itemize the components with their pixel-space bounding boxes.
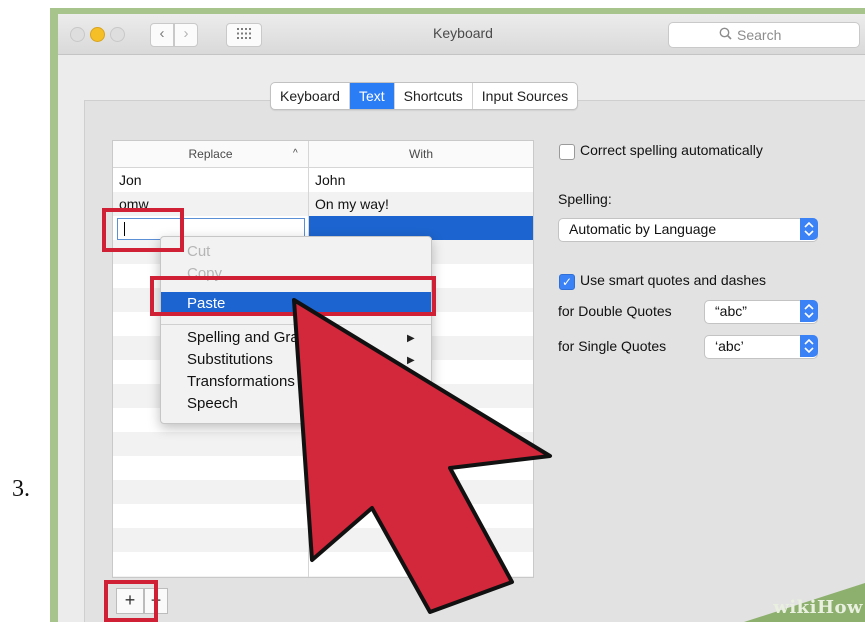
spelling-select[interactable]: Automatic by Language (558, 218, 818, 242)
tab-input-sources[interactable]: Input Sources (471, 83, 577, 109)
highlight-add-button-box (104, 580, 158, 622)
with-column-header[interactable]: With (309, 141, 533, 167)
search-icon (719, 27, 732, 40)
search-field[interactable]: Search (668, 22, 860, 48)
submenu-arrow-icon: ▶ (407, 355, 415, 366)
watermark-text: wikiHow (773, 597, 863, 618)
tab-keyboard[interactable]: Keyboard (271, 83, 349, 109)
show-all-button[interactable] (226, 23, 262, 47)
tab-bar: Keyboard Text Shortcuts Input Sources (270, 82, 579, 110)
menu-separator (161, 324, 431, 325)
table-cell-with[interactable]: On my way! (315, 192, 389, 216)
menu-item-transformations[interactable]: Transformations (187, 373, 295, 390)
menu-item-cut[interactable]: Cut (187, 243, 210, 260)
zoom-button[interactable] (110, 27, 125, 42)
select-stepper-icon (800, 335, 818, 357)
menu-item-spelling-grammar[interactable]: Spelling and Grammar (187, 329, 337, 346)
table-header: Replace ^ With (113, 141, 533, 168)
search-placeholder: Search (737, 27, 782, 43)
title-bar: ‹ › Keyboard Search (58, 14, 865, 55)
single-quotes-select[interactable]: ‘abc’ (704, 335, 818, 359)
minimize-button[interactable] (90, 27, 105, 42)
table-cell-replace[interactable]: Jon (119, 168, 142, 192)
close-button[interactable] (70, 27, 85, 42)
menu-item-speech[interactable]: Speech (187, 395, 238, 412)
sort-ascending-icon: ^ (293, 148, 298, 159)
single-quotes-value: ‘abc’ (715, 338, 744, 354)
back-button[interactable]: ‹ (150, 23, 174, 47)
menu-item-substitutions[interactable]: Substitutions (187, 351, 273, 368)
double-quotes-value: “abc” (715, 303, 747, 319)
correct-spelling-label: Correct spelling automatically (580, 142, 763, 158)
forward-button[interactable]: › (174, 23, 198, 47)
window-title: Keyboard (433, 25, 493, 41)
context-menu: Cut Copy Paste Spelling and Grammar ▶ Su… (160, 236, 432, 424)
table-cell-with[interactable]: John (315, 168, 345, 192)
keyboard-preferences-window: ‹ › Keyboard Search Keyboard Text Shortc… (58, 14, 865, 622)
tab-text[interactable]: Text (348, 83, 394, 109)
single-quotes-label: for Single Quotes (558, 338, 667, 354)
select-stepper-icon (800, 218, 818, 240)
double-quotes-label: for Double Quotes (558, 303, 672, 319)
highlight-paste-box (150, 276, 436, 316)
smart-quotes-checkbox[interactable]: ✓ (559, 274, 575, 290)
replace-column-header[interactable]: Replace (113, 141, 309, 167)
smart-quotes-label: Use smart quotes and dashes (580, 272, 766, 288)
tab-shortcuts[interactable]: Shortcuts (393, 83, 472, 109)
step-number: 3. (12, 476, 30, 502)
spelling-value: Automatic by Language (569, 221, 717, 237)
double-quotes-select[interactable]: “abc” (704, 300, 818, 324)
wikihow-watermark: wikiHow (744, 583, 865, 622)
submenu-arrow-icon: ▶ (407, 333, 415, 344)
correct-spelling-checkbox[interactable] (559, 144, 575, 160)
highlight-new-entry-box (102, 208, 184, 252)
spelling-label: Spelling: (558, 191, 612, 207)
grid-icon (237, 28, 251, 39)
select-stepper-icon (800, 300, 818, 322)
